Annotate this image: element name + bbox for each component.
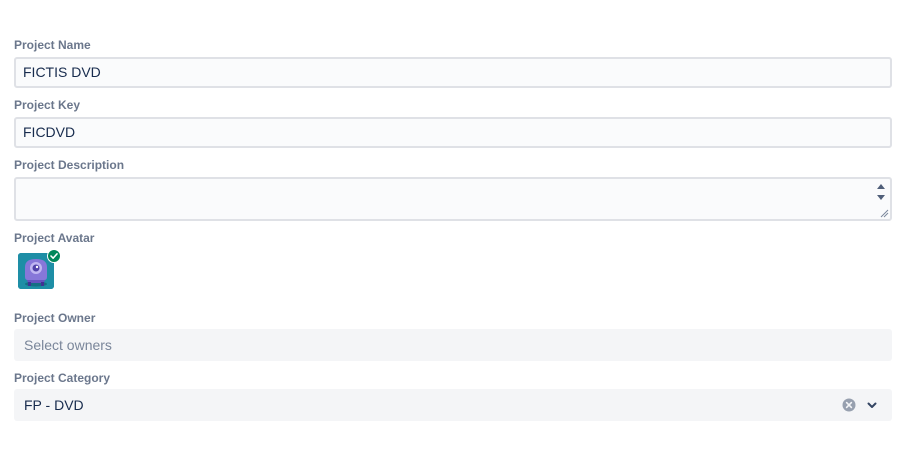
project-name-input[interactable]: FICTIS DVD — [14, 57, 892, 88]
scroll-up-icon[interactable] — [877, 184, 885, 189]
check-circle-icon — [47, 249, 61, 263]
project-owner-select[interactable]: Select owners — [14, 329, 892, 361]
chevron-down-icon[interactable] — [866, 399, 878, 411]
project-avatar-label: Project Avatar — [14, 231, 95, 245]
project-description-label: Project Description — [14, 158, 125, 172]
project-name-label: Project Name — [14, 38, 91, 52]
owner-placeholder: Select owners — [24, 337, 112, 353]
project-category-select[interactable]: FP - DVD — [14, 389, 892, 421]
project-avatar[interactable] — [18, 249, 61, 289]
category-value: FP - DVD — [24, 397, 84, 413]
scroll-down-icon[interactable] — [877, 195, 885, 200]
project-owner-label: Project Owner — [14, 311, 96, 325]
project-key-label: Project Key — [14, 98, 81, 112]
project-description-textarea[interactable] — [14, 177, 892, 221]
clear-icon[interactable] — [842, 398, 856, 412]
resize-handle-icon[interactable] — [879, 208, 889, 218]
project-category-label: Project Category — [14, 371, 111, 385]
project-key-input[interactable]: FICDVD — [14, 117, 892, 148]
